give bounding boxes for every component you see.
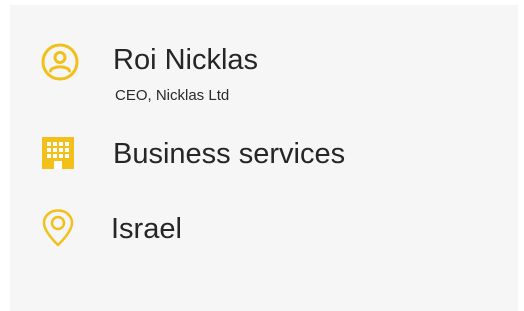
contact-name: Roi Nicklas bbox=[113, 44, 259, 76]
industry-label: Business services bbox=[113, 138, 346, 170]
contact-title: CEO, Nicklas Ltd bbox=[115, 87, 230, 104]
location-label: Israel bbox=[111, 213, 182, 245]
person-icon bbox=[40, 42, 80, 82]
location-pin-icon bbox=[38, 208, 78, 248]
building-icon bbox=[38, 133, 78, 173]
